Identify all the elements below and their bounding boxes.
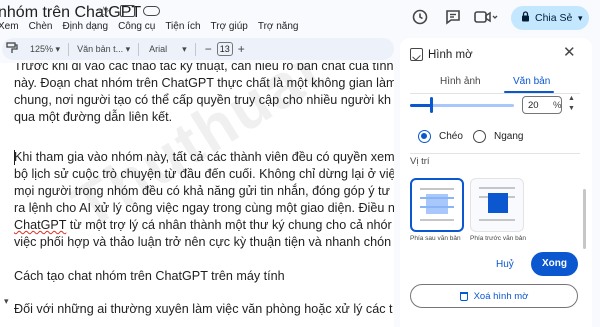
menu-view[interactable]: Xem: [0, 21, 19, 32]
lock-icon: [521, 11, 530, 25]
zoom-select[interactable]: 125% ▾: [30, 44, 60, 55]
transparency-slider-thumb[interactable]: [430, 97, 433, 113]
radio-horizontal-label: Ngang: [494, 131, 524, 142]
text-line: [479, 219, 515, 221]
comments-icon[interactable]: [443, 8, 463, 28]
position-front-text-option[interactable]: [470, 178, 524, 232]
menu-extensions[interactable]: Tiện ích: [165, 21, 200, 32]
tab-image[interactable]: Hình ảnh: [440, 76, 481, 87]
paint-format-icon[interactable]: [6, 42, 18, 56]
watermark-panel: Hình mờ ✕ Hình ảnh Văn bản 20 % ▲ ▼ Chéo …: [400, 38, 592, 327]
menu-format[interactable]: Định dạng: [62, 21, 108, 32]
text-line: [420, 219, 454, 221]
cancel-button[interactable]: Huỷ: [496, 259, 514, 270]
font-size-input[interactable]: 13: [216, 42, 233, 56]
transparency-value: 20: [528, 100, 539, 111]
text-line: [420, 206, 454, 208]
chevron-down-icon[interactable]: ▾: [578, 6, 583, 30]
position-behind-label: Phía sau văn bản: [410, 235, 461, 242]
cloud-status-icon[interactable]: [143, 6, 160, 16]
move-folder-icon[interactable]: [120, 5, 135, 17]
outline-toggle-icon[interactable]: ▾: [4, 296, 9, 307]
panel-title: Hình mờ: [428, 49, 473, 61]
panel-scrollbar[interactable]: [583, 189, 586, 249]
doc-line: ra lệnh cho AI xử lý công việc ngay tron…: [14, 201, 394, 215]
doc-line: Trước khi đi vào các thao tác kỹ thuật, …: [14, 63, 394, 73]
transparency-input[interactable]: 20 %: [522, 96, 562, 114]
remove-watermark-label: Xoá hình mờ: [473, 290, 529, 302]
radio-diagonal[interactable]: [418, 130, 431, 143]
position-front-label: Phía trước văn bản: [470, 235, 526, 242]
doc-line: Khi tham gia vào nhóm này, tất cả các th…: [14, 150, 394, 164]
doc-line: này. Đoạn chat nhóm trên ChatGPT thực ch…: [14, 76, 394, 90]
star-icon[interactable]: ☆: [97, 3, 110, 21]
tab-divider: [410, 93, 580, 94]
increase-font-size-button[interactable]: +: [238, 42, 245, 56]
transparency-stepper[interactable]: ▲ ▼: [568, 94, 575, 114]
watermark-block: [488, 193, 508, 213]
toolbar-divider: [194, 42, 196, 56]
close-icon[interactable]: ✕: [563, 43, 576, 61]
top-bar: nhóm trên ChatGPT ☆ Xem Chèn Định dạng C…: [0, 0, 600, 38]
position-behind-text-option[interactable]: [410, 178, 464, 232]
trash-icon: [459, 291, 468, 301]
font-value: Arial: [149, 43, 168, 54]
font-select[interactable]: Arial ▾: [149, 44, 187, 55]
doc-line: qua một đường dẫn liên kết.: [14, 110, 173, 124]
section-divider: [410, 153, 580, 154]
spelling-error[interactable]: ChatGPT: [14, 218, 66, 232]
decrease-font-size-button[interactable]: −: [205, 42, 212, 56]
tab-text[interactable]: Văn bản: [513, 76, 550, 87]
transparency-slider-fill: [410, 104, 431, 107]
toolbar-divider: [138, 42, 140, 56]
remove-watermark-button[interactable]: Xoá hình mờ: [410, 284, 578, 308]
doc-line: chung, nơi người tạo có thể cấp quyền tr…: [14, 93, 392, 107]
radio-horizontal[interactable]: [473, 130, 486, 143]
menu-bar: Xem Chèn Định dạng Công cụ Tiện ích Trợ …: [0, 21, 308, 32]
position-label: Vị trí: [410, 156, 430, 167]
doc-line-text: từ một trợ lý cá nhân thành một thư ký c…: [66, 218, 392, 232]
transparency-unit: %: [553, 100, 562, 111]
share-label: Chia Sẻ: [535, 12, 573, 24]
doc-line: mọi người trong nhóm đều có khả năng gửi…: [14, 184, 390, 198]
menu-help[interactable]: Trợ giúp: [211, 21, 248, 32]
radio-diagonal-label: Chéo: [439, 131, 463, 142]
doc-line: Đối với những ai thường xuyên làm việc v…: [14, 302, 393, 316]
menu-insert[interactable]: Chèn: [29, 21, 53, 32]
doc-heading: Cách tạo chat nhóm trên ChatGPT trên máy…: [14, 269, 285, 283]
history-icon[interactable]: [410, 8, 430, 28]
paragraph-style-value: Văn bản t...: [77, 43, 124, 54]
formatting-toolbar: 125% ▾ Văn bản t... ▾ Arial ▾ − 13 +: [2, 38, 394, 60]
active-tab-indicator: [504, 91, 554, 93]
watermark-icon: [410, 48, 423, 61]
text-line: [479, 187, 515, 189]
doc-line: ChatGPT từ một trợ lý cá nhân thành một …: [14, 217, 392, 234]
text-line: [420, 188, 454, 190]
menu-tools[interactable]: Công cụ: [118, 21, 155, 32]
meet-video-icon[interactable]: [472, 8, 500, 28]
doc-line: việc phối hợp và thảo luận trở nên cực k…: [14, 235, 392, 249]
menu-accessibility[interactable]: Trợ năng: [258, 21, 299, 32]
document-page[interactable]: Thuthuat Trước khi đi vào các thao tác k…: [0, 63, 394, 327]
text-line: [420, 197, 454, 199]
doc-line: bộ lịch sử cuộc trò chuyện từ đầu đến cu…: [14, 167, 394, 181]
done-button[interactable]: Xong: [531, 252, 578, 276]
toolbar-divider: [68, 42, 70, 56]
zoom-value: 125%: [30, 43, 54, 54]
paragraph-style-select[interactable]: Văn bản t... ▾: [77, 44, 130, 55]
